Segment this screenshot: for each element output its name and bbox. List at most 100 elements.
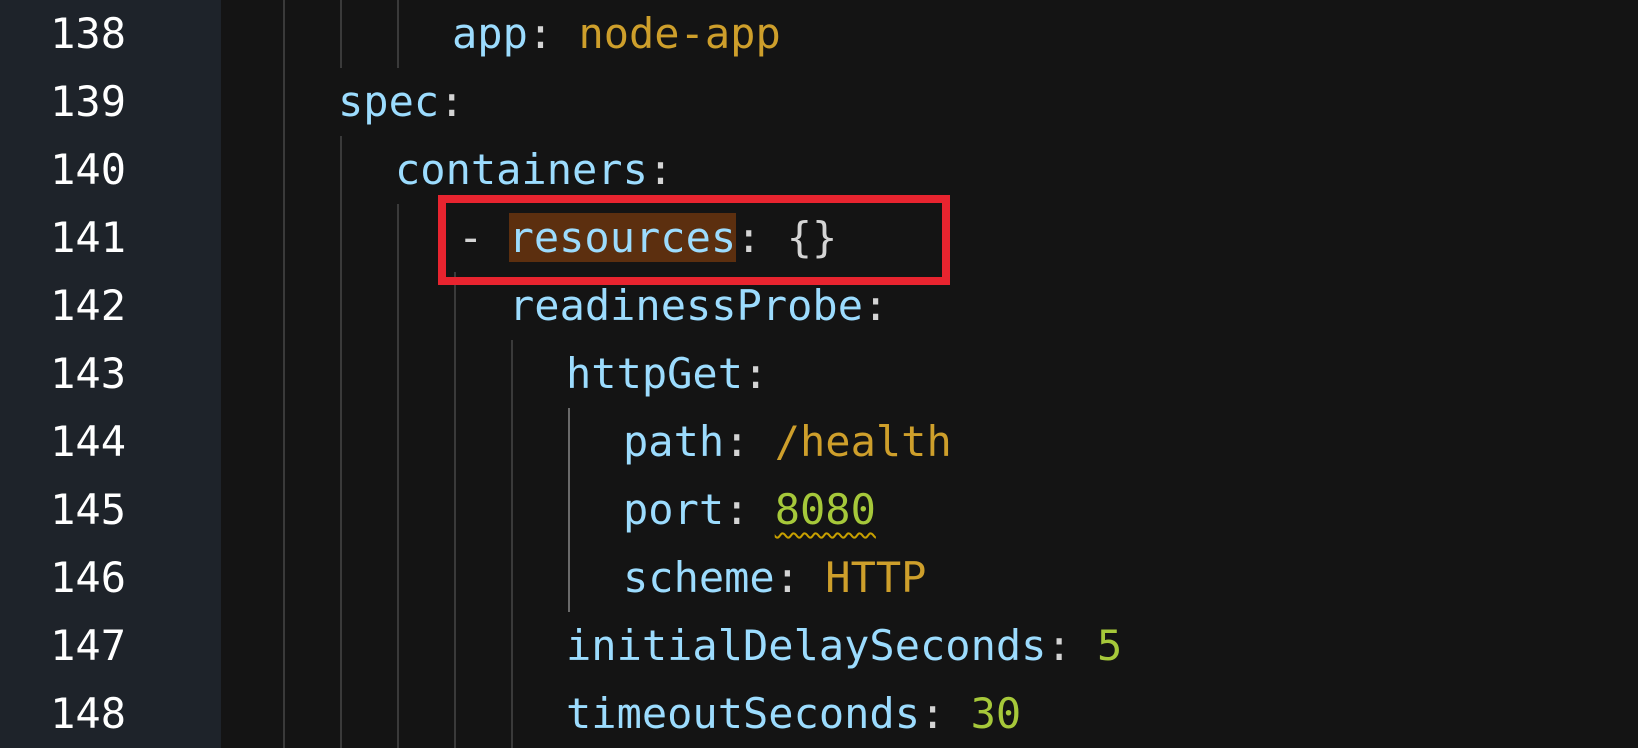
indent-guide — [511, 408, 513, 476]
indent-guide — [340, 0, 342, 68]
indent-guide — [511, 612, 513, 680]
code-text[interactable]: - resources: {} — [458, 210, 837, 266]
code-token: resources — [508, 213, 737, 262]
code-token: app — [452, 9, 528, 58]
code-token: : — [1046, 621, 1098, 670]
line-number: 143 — [50, 349, 126, 398]
indent-guide — [283, 544, 285, 612]
code-text[interactable]: initialDelaySeconds: 5 — [566, 618, 1122, 674]
code-token: path — [623, 417, 725, 466]
code-token: 30 — [970, 689, 1022, 738]
code-line[interactable]: 140 containers: — [0, 136, 1638, 204]
code-token: /health — [774, 417, 952, 466]
indent-guide — [511, 680, 513, 748]
indent-guide — [283, 340, 285, 408]
code-token: : — [439, 77, 465, 126]
indent-guide — [283, 68, 285, 136]
code-line[interactable]: 147 initialDelaySeconds: 5 — [0, 612, 1638, 680]
code-token: : — [724, 417, 775, 466]
indent-guide — [454, 476, 456, 544]
code-line[interactable]: 146 scheme: HTTP — [0, 544, 1638, 612]
code-line[interactable]: 145 port: 8080 — [0, 476, 1638, 544]
line-number: 138 — [50, 9, 126, 58]
indent-guide — [454, 340, 456, 408]
code-text[interactable]: readinessProbe: — [509, 278, 888, 334]
code-line[interactable]: 139 spec: — [0, 68, 1638, 136]
code-editor[interactable]: 138 app: node-app 139 spec: 140 containers: 14… — [0, 0, 1638, 748]
indent-guide — [283, 680, 285, 748]
code-line[interactable]: 138 app: node-app — [0, 0, 1638, 68]
code-token: node-app — [578, 9, 781, 58]
code-text[interactable]: app: node-app — [452, 6, 781, 62]
code-token: httpGet — [566, 349, 744, 398]
indent-guide — [511, 340, 513, 408]
code-text[interactable]: scheme: HTTP — [623, 550, 926, 606]
code-token: : — [920, 689, 971, 738]
line-number: 140 — [50, 145, 126, 194]
code-token: : — [527, 9, 579, 58]
code-token: : — [743, 349, 769, 398]
indent-guide — [283, 204, 285, 272]
indent-guide — [283, 272, 285, 340]
line-number: 139 — [50, 77, 126, 126]
indent-guide — [568, 544, 570, 612]
indent-guide — [340, 612, 342, 680]
indent-guide — [397, 680, 399, 748]
indent-guide — [397, 340, 399, 408]
code-token: : — [863, 281, 889, 330]
code-token: 8080 — [774, 485, 876, 534]
code-text[interactable]: port: 8080 — [623, 482, 876, 538]
indent-guide — [454, 272, 456, 340]
code-line[interactable]: 143 httpGet: — [0, 340, 1638, 408]
indent-guide — [340, 476, 342, 544]
indent-guide — [340, 272, 342, 340]
code-line[interactable]: 144 path: /health — [0, 408, 1638, 476]
code-token: 5 — [1097, 621, 1123, 670]
code-lines: 138 app: node-app 139 spec: 140 containers: 14… — [0, 0, 1638, 748]
code-text[interactable]: httpGet: — [566, 346, 768, 402]
indent-guide — [454, 544, 456, 612]
indent-guide — [340, 408, 342, 476]
code-line[interactable]: 142 readinessProbe: — [0, 272, 1638, 340]
line-number: 147 — [50, 621, 126, 670]
code-text[interactable]: path: /health — [623, 414, 952, 470]
line-number: 145 — [50, 485, 126, 534]
code-token: timeoutSeconds — [566, 689, 921, 738]
code-token: containers — [395, 145, 648, 194]
code-token: port — [623, 485, 725, 534]
indent-guide — [340, 680, 342, 748]
indent-guide — [454, 680, 456, 748]
indent-guide — [340, 204, 342, 272]
code-token: : {} — [736, 213, 838, 262]
indent-guide — [340, 544, 342, 612]
code-line[interactable]: 141 - resources: {} — [0, 204, 1638, 272]
line-number: 142 — [50, 281, 126, 330]
indent-guide — [511, 544, 513, 612]
code-token: HTTP — [825, 553, 927, 602]
code-text[interactable]: timeoutSeconds: 30 — [566, 686, 1021, 742]
indent-guide — [511, 476, 513, 544]
indent-guide — [340, 136, 342, 204]
indent-guide — [397, 408, 399, 476]
code-text[interactable]: spec: — [338, 74, 464, 130]
code-token: : — [774, 553, 826, 602]
indent-guide — [454, 612, 456, 680]
indent-guide — [454, 408, 456, 476]
code-text[interactable]: containers: — [395, 142, 673, 198]
indent-guide — [283, 476, 285, 544]
line-number: 146 — [50, 553, 126, 602]
code-token: - — [458, 213, 509, 262]
code-token: initialDelaySeconds — [566, 621, 1047, 670]
line-number: 141 — [50, 213, 126, 262]
indent-guide — [283, 408, 285, 476]
indent-guide — [397, 544, 399, 612]
indent-guide — [397, 272, 399, 340]
line-number: 144 — [50, 417, 126, 466]
code-token: : — [647, 145, 674, 194]
indent-guide — [283, 0, 285, 68]
indent-guide — [568, 476, 570, 544]
code-token: scheme — [623, 553, 775, 602]
code-token: readinessProbe — [509, 281, 864, 330]
indent-guide — [568, 408, 570, 476]
code-line[interactable]: 148 timeoutSeconds: 30 — [0, 680, 1638, 748]
